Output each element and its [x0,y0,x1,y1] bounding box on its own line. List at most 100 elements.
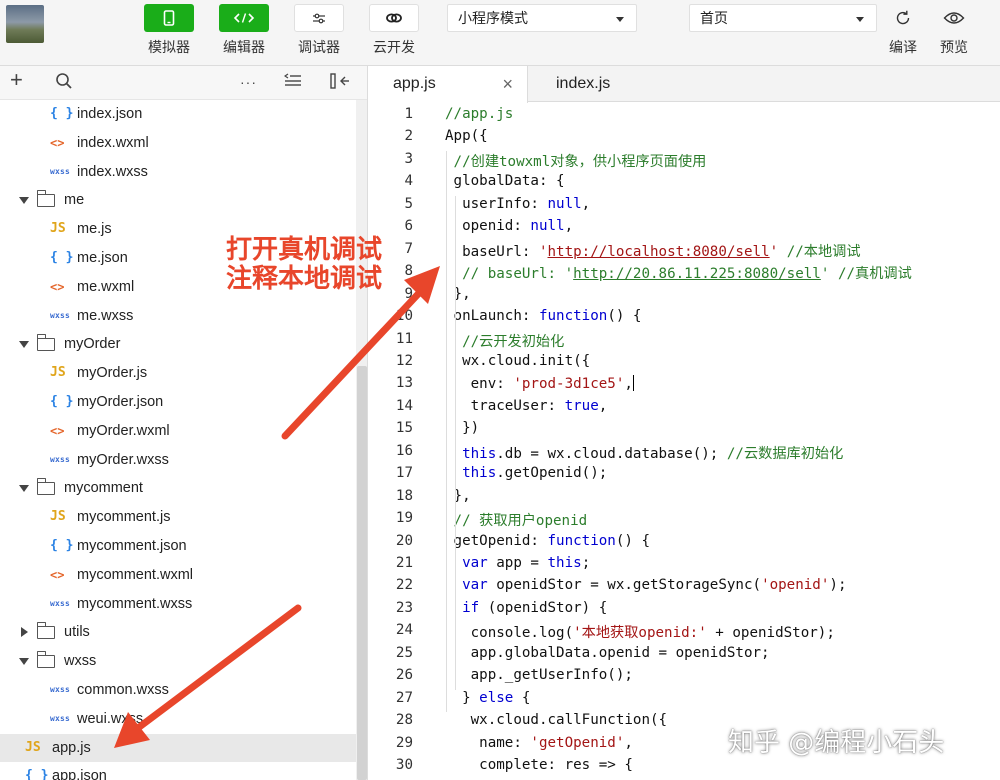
code-line[interactable]: app.globalData.openid = openidStor; [445,645,770,661]
line-number: 4 [404,173,413,190]
refresh-icon [878,4,928,32]
code-token: this [462,445,497,462]
code-line[interactable]: if (openidStor) { [445,600,607,616]
code-line[interactable]: wx.cloud.callFunction({ [445,712,667,728]
line-number: 20 [395,532,413,549]
code-line[interactable]: //云开发初始化 [445,331,564,351]
code-line[interactable]: // baseUrl: 'http://20.86.11.225:8080/se… [445,263,912,283]
code-line[interactable]: this.getOpenid(); [445,465,607,481]
more-icon[interactable]: ··· [240,72,257,92]
tree-file[interactable]: { } app.json [0,762,356,780]
tree-folder[interactable]: mycomment [0,474,356,503]
tab-index-js[interactable]: index.js [531,66,671,102]
tree-file[interactable]: JS myOrder.js [0,359,356,388]
avatar[interactable] [6,5,44,43]
tree-folder[interactable]: me [0,186,356,215]
code-line[interactable]: App({ [445,128,488,144]
code-line[interactable]: env: 'prod-3d1ce5', [445,375,634,392]
tree-file[interactable]: JS app.js [0,733,356,763]
sliders-icon [294,4,344,32]
tree-folder[interactable]: wxss [0,647,356,676]
chevron-down-icon [856,17,864,22]
tree-file[interactable]: <> index.wxml [0,129,356,158]
code-token: complete: res => { [445,757,633,774]
tree-file[interactable]: JS mycomment.js [0,503,356,532]
chevron-down-icon [616,17,624,22]
add-icon[interactable]: + [10,69,23,91]
tree-item-label: index.json [77,106,143,122]
code-line[interactable]: var openidStor = wx.getStorageSync('open… [445,577,846,593]
line-number: 11 [395,330,413,347]
indent-guide [446,150,447,713]
page-select-value: 首页 [700,10,728,26]
chevron-down-icon[interactable] [19,658,29,666]
code-line[interactable]: onLaunch: function() { [445,308,642,324]
code-line[interactable]: baseUrl: 'http://localhost:8080/sell' //… [445,241,860,261]
code-token: , [624,734,633,751]
tree-file[interactable]: wxss mycomment.wxss [0,590,356,619]
json-file-icon: { } [50,537,74,553]
line-number: 16 [395,442,413,459]
close-icon[interactable]: × [502,66,513,102]
code-line[interactable]: getOpenid: function() { [445,533,650,549]
search-icon[interactable] [55,72,73,94]
tree-file[interactable]: { } index.json [0,100,356,129]
cloud-dev-button[interactable]: 云开发 [368,4,420,57]
collapse-list-icon[interactable] [283,72,302,92]
tree-file[interactable]: wxss me.wxss [0,302,356,331]
code-token: getOpenid: [445,532,548,549]
sidebar-scroll-thumb[interactable] [357,366,367,780]
page-select[interactable]: 首页 [689,4,877,32]
tree-file[interactable]: wxss common.wxss [0,676,356,705]
tree-file[interactable]: wxss weui.wxss [0,705,356,734]
code-line[interactable]: name: 'getOpenid', [445,735,633,751]
cloud-icon [369,4,419,32]
tree-file[interactable]: <> myOrder.wxml [0,417,356,446]
compile-button[interactable]: 编译 [878,4,928,57]
line-number: 1 [404,106,413,122]
split-view-icon[interactable] [330,72,350,94]
line-number: 26 [395,667,413,684]
line-number: 12 [395,352,413,369]
code-area[interactable]: 1//app.js 2 App({3 //创建towxml对象，供小程序页面使用 4 … [368,102,1000,780]
code-line[interactable]: console.log('本地获取openid:' + openidStor); [445,622,835,642]
code-line[interactable]: globalData: { [445,173,565,189]
chevron-down-icon[interactable] [19,485,29,493]
code-line[interactable]: app._getUserInfo(); [445,667,633,683]
tree-file[interactable]: <> mycomment.wxml [0,561,356,590]
code-line[interactable]: traceUser: true, [445,398,608,414]
folder-icon [36,622,55,640]
code-token: this [547,555,582,571]
tree-folder[interactable]: utils [0,618,356,647]
code-line[interactable]: // 获取用户openid [445,510,588,530]
code-line[interactable]: wx.cloud.init({ [445,353,590,369]
debugger-button[interactable]: 调试器 [293,4,345,57]
code-line[interactable]: //app.js [445,106,513,122]
code-line[interactable]: var app = this; [445,555,590,571]
tree-file[interactable]: wxss index.wxss [0,158,356,187]
preview-button[interactable]: 预览 [929,4,979,57]
code-line[interactable]: }, [445,488,471,504]
editor-button[interactable]: 编辑器 [218,4,270,57]
code-line[interactable]: userInfo: null, [445,196,590,212]
mode-select[interactable]: 小程序模式 [447,4,637,32]
code-line[interactable]: this.db = wx.cloud.database(); //云数据库初始化 [445,443,843,463]
chevron-down-icon[interactable] [19,341,29,349]
tree-folder[interactable]: myOrder [0,330,356,359]
chevron-down-icon[interactable] [19,197,29,205]
folder-icon [36,190,55,208]
tree-file[interactable]: { } myOrder.json [0,388,356,417]
tree-file[interactable]: { } mycomment.json [0,532,356,561]
chevron-right-icon[interactable] [21,627,28,638]
simulator-button[interactable]: 模拟器 [143,4,195,57]
line-number: 6 [404,218,413,235]
code-line[interactable]: } else { [445,690,530,706]
tab-app-js[interactable]: app.js × [368,66,528,103]
code-line[interactable]: }, [445,286,471,302]
code-line[interactable]: openid: null, [445,218,573,234]
code-line[interactable]: //创建towxml对象，供小程序页面使用 [445,151,707,171]
tree-file[interactable]: wxss myOrder.wxss [0,446,356,475]
code-line[interactable]: complete: res => { [445,757,633,773]
code-line[interactable]: }) [445,420,479,436]
